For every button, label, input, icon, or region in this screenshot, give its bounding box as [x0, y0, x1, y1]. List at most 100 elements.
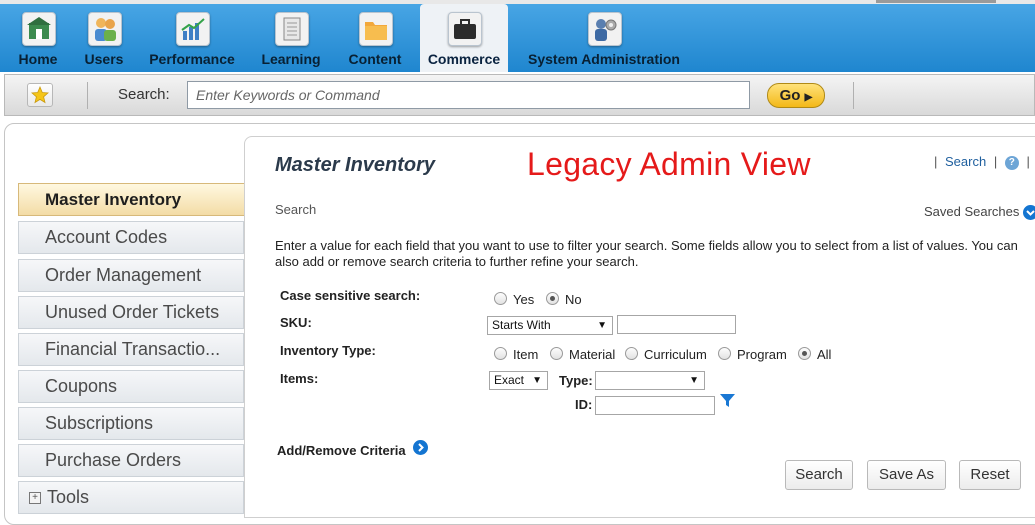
- sidebar-item-subscriptions[interactable]: Subscriptions: [18, 407, 244, 440]
- dropdown-arrow-icon: ▼: [532, 375, 542, 386]
- inventory-type-program[interactable]: Program: [718, 347, 787, 362]
- sidebar-item-label: Order Management: [45, 265, 202, 285]
- section-label: Search: [275, 202, 317, 217]
- sidebar-item-master-inventory[interactable]: Master Inventory: [18, 183, 266, 217]
- top-strip-segment: [876, 0, 996, 3]
- inventory-type-item[interactable]: Item: [494, 347, 538, 362]
- select-value: Starts With: [492, 318, 551, 332]
- sidebar-item-financial-transactions[interactable]: Financial Transactio...: [18, 333, 244, 366]
- case-sensitive-no[interactable]: No: [546, 292, 582, 307]
- divider: |: [993, 154, 998, 169]
- page-title: Master Inventory: [275, 154, 436, 176]
- items-type-label: Type:: [559, 373, 593, 388]
- sidebar-item-purchase-orders[interactable]: Purchase Orders: [18, 444, 244, 477]
- expand-icon: +: [29, 492, 41, 505]
- inventory-type-label: Inventory Type:: [280, 343, 376, 358]
- nav-item-learning[interactable]: Learning: [258, 4, 324, 72]
- performance-icon: [176, 12, 210, 46]
- sidebar-item-label: Unused Order Tickets: [45, 302, 220, 322]
- search-label: Search:: [118, 86, 170, 103]
- radio-label: Curriculum: [644, 347, 707, 362]
- divider: |: [1026, 154, 1030, 169]
- case-sensitive-label: Case sensitive search:: [280, 288, 421, 303]
- radio-button[interactable]: [625, 347, 638, 360]
- radio-label: No: [565, 292, 582, 307]
- sidebar-item-account-codes[interactable]: Account Codes: [18, 221, 244, 254]
- go-button[interactable]: Go ▶: [767, 83, 825, 108]
- sidebar-item-label: Account Codes: [45, 227, 168, 247]
- nav-label-users: Users: [84, 51, 124, 67]
- go-button-label: Go: [779, 87, 801, 104]
- radio-button[interactable]: [550, 347, 563, 360]
- reset-button[interactable]: Reset: [959, 460, 1021, 490]
- radio-button[interactable]: [494, 292, 507, 305]
- divider: |: [934, 154, 938, 169]
- learning-icon: [275, 12, 309, 46]
- search-button[interactable]: Search: [785, 460, 853, 490]
- global-search-bar: Search: Go ▶: [4, 74, 1035, 116]
- sidebar-item-label: Master Inventory: [45, 190, 182, 209]
- help-icon[interactable]: ?: [1004, 155, 1019, 170]
- legacy-admin-view-label: Legacy Admin View: [527, 146, 811, 182]
- sidebar-item-coupons[interactable]: Coupons: [18, 370, 244, 403]
- inventory-type-material[interactable]: Material: [550, 347, 615, 362]
- radio-button[interactable]: [494, 347, 507, 360]
- radio-button[interactable]: [718, 347, 731, 360]
- items-label: Items:: [280, 371, 319, 386]
- sidebar-item-unused-order-tickets[interactable]: Unused Order Tickets: [18, 296, 244, 329]
- home-icon: [22, 12, 56, 46]
- items-id-label: ID:: [575, 397, 593, 412]
- radio-label: Item: [513, 347, 539, 362]
- nav-label-home: Home: [18, 51, 58, 67]
- sidebar-item-label: Coupons: [45, 376, 118, 396]
- favorite-button[interactable]: [27, 83, 53, 107]
- system-admin-icon: [588, 12, 622, 46]
- radio-label: Yes: [513, 292, 535, 307]
- radio-label: Material: [569, 347, 616, 362]
- chevron-right-circle-icon: [413, 440, 429, 455]
- nav-item-content[interactable]: Content: [344, 4, 406, 72]
- chevron-down-circle-icon: [1023, 205, 1035, 221]
- header-links: | Search | ? |: [934, 154, 1030, 170]
- nav-item-performance[interactable]: Performance: [146, 4, 238, 72]
- search-input[interactable]: [187, 81, 750, 109]
- sidebar-item-tools[interactable]: + Tools: [18, 481, 244, 514]
- sidebar-item-label: Subscriptions: [45, 413, 154, 433]
- nav-label-commerce: Commerce: [427, 51, 501, 67]
- radio-button-selected[interactable]: [798, 347, 811, 360]
- saved-searches-toggle[interactable]: Saved Searches: [924, 204, 1035, 221]
- sidebar-item-label: Tools: [47, 487, 90, 507]
- play-arrow-icon: ▶: [804, 92, 813, 103]
- nav-item-users[interactable]: Users: [79, 4, 129, 72]
- divider: [87, 82, 88, 109]
- top-navigation-bar: Home Users Performance Learning Content …: [0, 0, 1035, 72]
- filter-icon[interactable]: [719, 393, 736, 413]
- save-as-button[interactable]: Save As: [867, 460, 946, 490]
- search-link[interactable]: Search: [945, 154, 986, 169]
- sku-input[interactable]: [617, 315, 736, 334]
- items-id-input[interactable]: [595, 396, 715, 415]
- dropdown-arrow-icon: ▼: [597, 320, 607, 331]
- content-folder-icon: [359, 12, 393, 46]
- instructions-text: Enter a value for each field that you wa…: [275, 238, 1018, 269]
- nav-item-home[interactable]: Home: [12, 4, 64, 72]
- saved-searches-label: Saved Searches: [924, 204, 1020, 219]
- nav-label-performance: Performance: [149, 51, 235, 67]
- inventory-type-curriculum[interactable]: Curriculum: [625, 347, 707, 362]
- case-sensitive-yes[interactable]: Yes: [494, 292, 534, 307]
- sku-operator-select[interactable]: Starts With ▼: [487, 316, 613, 335]
- add-remove-label: Add/Remove Criteria: [277, 443, 406, 458]
- add-remove-criteria-link[interactable]: Add/Remove Criteria: [277, 440, 429, 458]
- items-type-select[interactable]: ▼: [595, 371, 705, 390]
- nav-item-system-administration[interactable]: System Administration: [526, 4, 682, 72]
- select-value: Exact: [494, 373, 525, 387]
- users-icon: [88, 12, 122, 46]
- radio-label: Program: [737, 347, 787, 362]
- radio-button-selected[interactable]: [546, 292, 559, 305]
- items-operator-select[interactable]: Exact ▼: [489, 371, 548, 390]
- sidebar-item-order-management[interactable]: Order Management: [18, 259, 244, 292]
- sidebar-item-label: Purchase Orders: [45, 450, 182, 470]
- nav-item-commerce[interactable]: Commerce: [420, 4, 508, 72]
- inventory-type-all[interactable]: All: [798, 347, 831, 362]
- divider: [853, 82, 854, 109]
